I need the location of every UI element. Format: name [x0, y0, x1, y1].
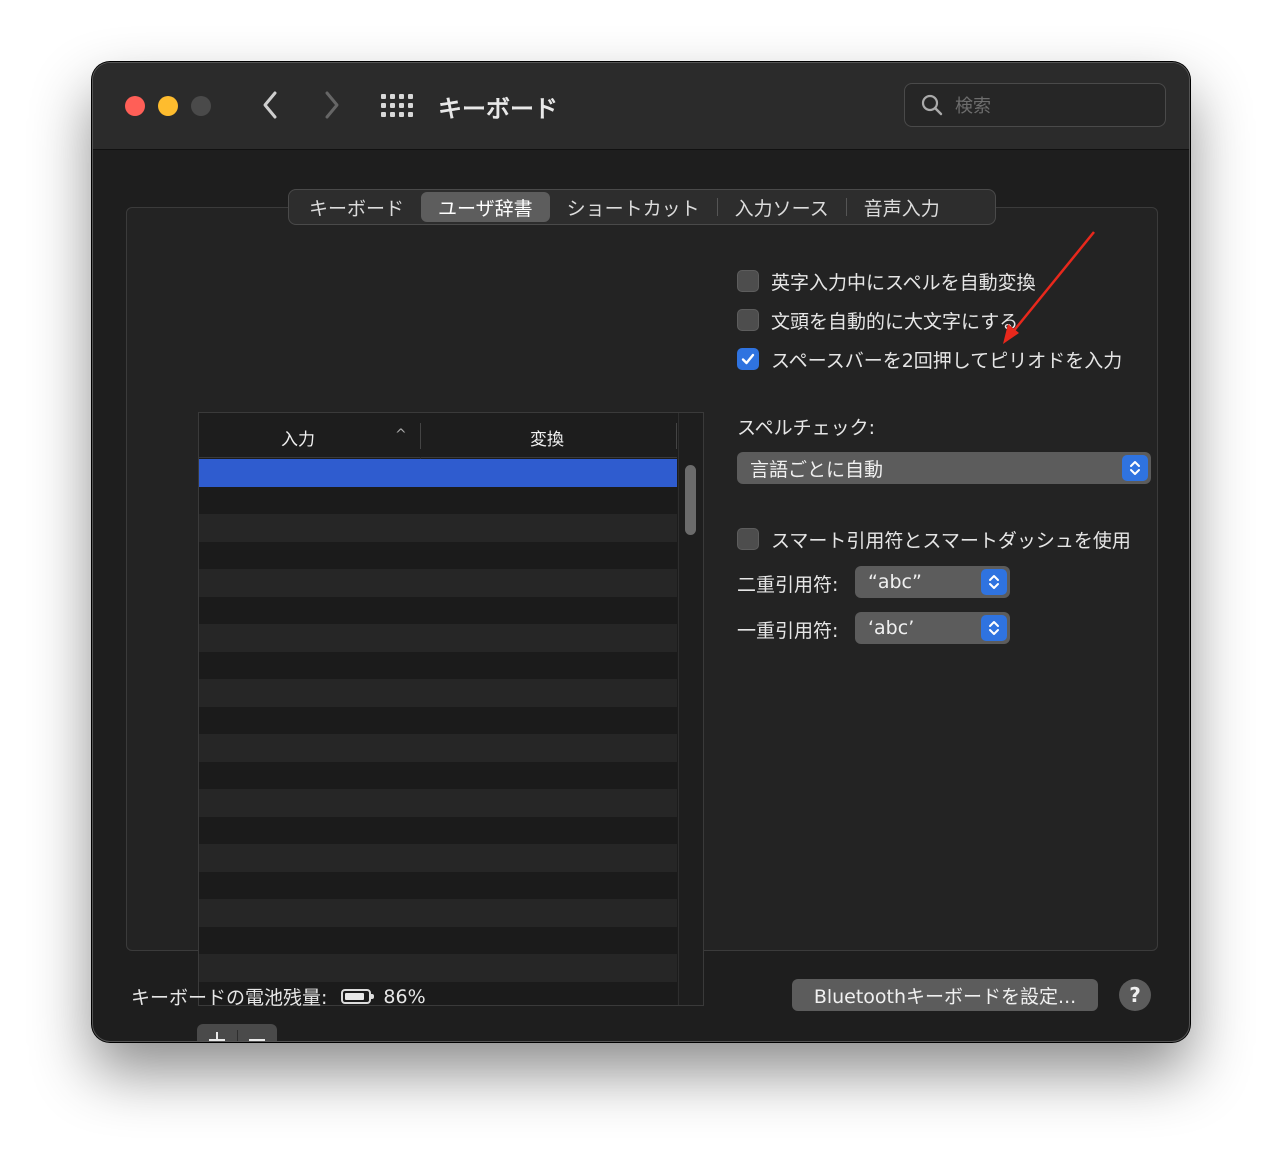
- minimize-button[interactable]: [158, 96, 178, 116]
- up-down-chevron-icon: [981, 615, 1007, 641]
- spellcheck-label: スペルチェック:: [737, 417, 876, 439]
- table-row[interactable]: [199, 514, 677, 542]
- table-row[interactable]: [199, 651, 677, 679]
- capitalize-option[interactable]: 文頭を自動的に大文字にする: [737, 307, 1018, 333]
- table-rows: [199, 459, 677, 1005]
- column-divider[interactable]: [420, 423, 421, 449]
- table-row[interactable]: [199, 899, 677, 927]
- table-row[interactable]: [199, 871, 677, 899]
- table-row[interactable]: [199, 761, 677, 789]
- table-row[interactable]: [199, 596, 677, 624]
- battery-icon: [341, 989, 375, 1004]
- remove-entry-button[interactable]: [237, 1024, 277, 1041]
- table-row[interactable]: [199, 486, 677, 514]
- table-row[interactable]: [199, 844, 677, 872]
- battery-percent: 86%: [383, 985, 426, 1008]
- setup-bluetooth-keyboard-button[interactable]: Bluetoothキーボードを設定...: [792, 979, 1098, 1011]
- double-space-period-option[interactable]: スペースバーを2回押してピリオドを入力: [737, 346, 1122, 372]
- add-entry-button[interactable]: [197, 1024, 237, 1041]
- tab-dictation[interactable]: 音声入力: [847, 192, 957, 222]
- spellcheck-value: 言語ごとに自動: [750, 458, 884, 481]
- search-icon: [921, 94, 943, 116]
- content-panel: 入力 ^ 変換 英字入力中にスペルを自動変換 文頭を自動的に大文字にする スペー…: [126, 207, 1158, 1041]
- single-quote-value: ‘abc’: [868, 617, 915, 639]
- auto-correct-checkbox[interactable]: [737, 270, 759, 292]
- show-all-grid-icon[interactable]: [381, 94, 413, 118]
- single-quote-label: 一重引用符:: [737, 620, 839, 642]
- chevron-left-icon: [263, 91, 277, 119]
- checkmark-icon: [741, 353, 755, 365]
- smart-quotes-label: スマート引用符とスマートダッシュを使用: [771, 529, 1131, 552]
- table-row[interactable]: [199, 734, 677, 762]
- double-space-period-label: スペースバーを2回押してピリオドを入力: [771, 349, 1123, 372]
- back-button[interactable]: [255, 87, 285, 123]
- double-space-period-checkbox[interactable]: [737, 348, 759, 370]
- column-header-input[interactable]: 入力: [281, 425, 315, 450]
- tab-keyboard[interactable]: キーボード: [292, 192, 421, 222]
- table-row[interactable]: [199, 789, 677, 817]
- user-dictionary-table[interactable]: 入力 ^ 変換: [198, 412, 704, 1006]
- tab-bar: キーボード ユーザ辞書 ショートカット 入力ソース 音声入力: [288, 189, 996, 225]
- table-row[interactable]: [199, 679, 677, 707]
- minus-icon: [249, 1039, 266, 1041]
- scrollbar-thumb[interactable]: [685, 465, 696, 535]
- tab-user-dictionary[interactable]: ユーザ辞書: [421, 192, 550, 222]
- single-quote-select[interactable]: ‘abc’: [855, 612, 1010, 644]
- sort-ascending-icon: ^: [395, 427, 407, 443]
- table-row[interactable]: [199, 624, 677, 652]
- table-row[interactable]: [199, 954, 677, 982]
- preferences-window: キーボード 入力 ^ 変換: [92, 62, 1190, 1042]
- table-row[interactable]: [199, 926, 677, 954]
- add-remove-control: [197, 1024, 277, 1041]
- table-header: 入力 ^ 変換: [199, 413, 677, 458]
- zoom-button[interactable]: [191, 96, 211, 116]
- smart-quotes-checkbox[interactable]: [737, 528, 759, 550]
- help-button[interactable]: ?: [1119, 979, 1151, 1011]
- auto-correct-label: 英字入力中にスペルを自動変換: [771, 271, 1036, 294]
- close-button[interactable]: [125, 96, 145, 116]
- search-field[interactable]: [904, 83, 1166, 127]
- capitalize-label: 文頭を自動的に大文字にする: [771, 310, 1019, 333]
- title-bar: キーボード: [93, 63, 1189, 150]
- double-quote-label: 二重引用符:: [737, 574, 839, 596]
- double-quote-select[interactable]: “abc”: [855, 566, 1010, 598]
- battery-status: キーボードの電池残量: 86%: [131, 983, 426, 1010]
- forward-button[interactable]: [317, 87, 347, 123]
- capitalize-checkbox[interactable]: [737, 309, 759, 331]
- table-row[interactable]: [199, 541, 677, 569]
- chevron-right-icon: [325, 91, 339, 119]
- table-row[interactable]: [199, 459, 677, 487]
- table-row[interactable]: [199, 816, 677, 844]
- table-row[interactable]: [199, 706, 677, 734]
- up-down-chevron-icon: [981, 569, 1007, 595]
- tab-shortcuts[interactable]: ショートカット: [550, 192, 717, 222]
- table-row[interactable]: [199, 569, 677, 597]
- column-header-conversion[interactable]: 変換: [530, 425, 564, 450]
- tab-input-sources[interactable]: 入力ソース: [718, 192, 846, 222]
- spellcheck-select[interactable]: 言語ごとに自動: [737, 452, 1151, 484]
- auto-correct-option[interactable]: 英字入力中にスペルを自動変換: [737, 268, 1036, 294]
- window-title: キーボード: [438, 95, 558, 123]
- smart-quotes-option[interactable]: スマート引用符とスマートダッシュを使用: [737, 526, 1131, 552]
- search-input[interactable]: [953, 92, 1157, 120]
- double-quote-value: “abc”: [868, 571, 922, 593]
- up-down-chevron-icon: [1122, 455, 1148, 481]
- battery-label: キーボードの電池残量:: [131, 987, 328, 1009]
- column-divider: [676, 423, 677, 449]
- plus-icon: [208, 1032, 225, 1041]
